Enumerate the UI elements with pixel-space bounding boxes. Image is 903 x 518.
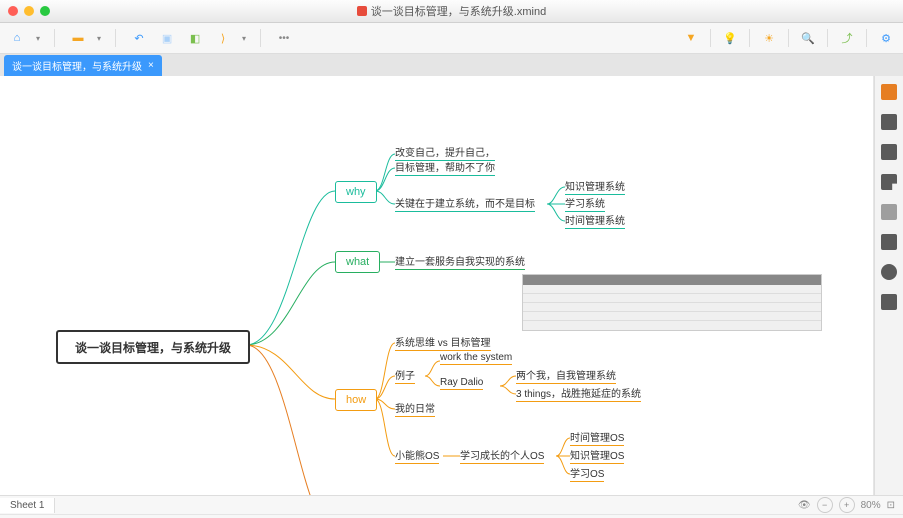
sheet-bar: Sheet 1 👁 − + 80% ⊡ [0, 495, 903, 514]
node-how-2b2[interactable]: 3 things，战胜拖延症的系统 [516, 385, 641, 402]
settings-button[interactable]: ⚙ [877, 29, 895, 47]
file-icon [357, 6, 367, 16]
embedded-table-image[interactable] [522, 274, 822, 331]
node-how-1[interactable]: 系统思维 vs 目标管理 [395, 334, 491, 351]
branch-how[interactable]: how [335, 389, 377, 411]
close-tab-icon[interactable]: × [148, 60, 154, 71]
node-how-4[interactable]: 小能熊OS [395, 447, 439, 464]
idea-button[interactable]: 💡 [721, 29, 739, 47]
filter-button[interactable]: ▼ [682, 29, 700, 47]
outline-button[interactable]: ◧ [186, 29, 204, 47]
task-panel-icon[interactable] [881, 294, 897, 310]
save-button[interactable]: ▬ [69, 29, 87, 47]
fit-button[interactable]: ⊡ [887, 500, 895, 511]
dropdown-icon[interactable]: ▾ [36, 34, 40, 43]
tab-bar: 谈一谈目标管理，与系统升级 × [0, 54, 903, 76]
document-tab[interactable]: 谈一谈目标管理，与系统升级 × [4, 55, 162, 76]
titlebar: 谈一谈目标管理，与系统升级.xmind [0, 0, 903, 23]
branch-why[interactable]: why [335, 181, 377, 203]
node-how-4a[interactable]: 学习成长的个人OS [460, 447, 544, 464]
home-button[interactable]: ⌂ [8, 29, 26, 47]
zoom-out-button[interactable]: − [817, 497, 833, 513]
node-why-3b[interactable]: 学习系统 [565, 195, 605, 212]
status-bar: Sheet (Sheet 1) Auto Save: ON · Howie's … [0, 514, 903, 518]
branch-what[interactable]: what [335, 251, 380, 273]
marker-panel-icon[interactable] [881, 114, 897, 130]
node-why-3[interactable]: 关键在于建立系统，而不是目标 [395, 195, 535, 212]
notes-panel-icon[interactable] [881, 234, 897, 250]
node-how-4a1[interactable]: 时间管理OS [570, 429, 624, 446]
root-topic[interactable]: 谈一谈目标管理，与系统升级 [56, 330, 250, 364]
node-why-2[interactable]: 目标管理，帮助不了你 [395, 159, 495, 176]
flag-panel-icon[interactable] [881, 174, 897, 190]
toolbar: ⌂ ▾ ▬ ▾ ↶ ▣ ◧ ⟩ ▾ ••• ▼ 💡 ☀ 🔍 ⤴ ⚙ [0, 23, 903, 54]
node-what-1[interactable]: 建立一套服务自我实现的系统 [395, 253, 525, 270]
zoom-controls: 👁 − + 80% ⊡ [798, 497, 903, 513]
node-how-4a3[interactable]: 学习OS [570, 465, 604, 482]
node-how-2a[interactable]: work the system [440, 352, 512, 365]
mindmap-canvas[interactable]: 谈一谈目标管理，与系统升级 why what how how good 改变自己… [0, 76, 874, 495]
undo-button[interactable]: ↶ [130, 29, 148, 47]
more-button[interactable]: ••• [275, 29, 293, 47]
right-sidebar [874, 76, 903, 495]
zoom-level[interactable]: 80% [861, 500, 881, 511]
tab-label: 谈一谈目标管理，与系统升级 [12, 58, 142, 73]
window-title: 谈一谈目标管理，与系统升级.xmind [0, 3, 903, 19]
image-panel-icon[interactable] [881, 144, 897, 160]
window-title-text: 谈一谈目标管理，与系统升级.xmind [371, 3, 546, 19]
sun-button[interactable]: ☀ [760, 29, 778, 47]
node-how-2[interactable]: 例子 [395, 367, 415, 384]
node-why-3a[interactable]: 知识管理系统 [565, 178, 625, 195]
node-how-2b[interactable]: Ray Dalio [440, 377, 483, 390]
zoom-in-button[interactable]: + [839, 497, 855, 513]
sheet-tab[interactable]: Sheet 1 [0, 498, 55, 513]
text-panel-icon[interactable] [881, 204, 897, 220]
format-panel-icon[interactable] [881, 84, 897, 100]
dropdown-icon[interactable]: ▾ [97, 34, 101, 43]
node-how-2b1[interactable]: 两个我，自我管理系统 [516, 367, 616, 384]
insert-button[interactable]: ⟩ [214, 29, 232, 47]
view-mode-icon[interactable]: 👁 [798, 500, 811, 511]
dropdown-icon[interactable]: ▾ [242, 34, 246, 43]
search-button[interactable]: 🔍 [799, 29, 817, 47]
share-button[interactable]: ⤴ [838, 29, 856, 47]
comments-panel-icon[interactable] [881, 264, 897, 280]
redo-button[interactable]: ▣ [158, 29, 176, 47]
node-how-4a2[interactable]: 知识管理OS [570, 447, 624, 464]
node-why-3c[interactable]: 时间管理系统 [565, 212, 625, 229]
node-how-3[interactable]: 我的日常 [395, 400, 435, 417]
